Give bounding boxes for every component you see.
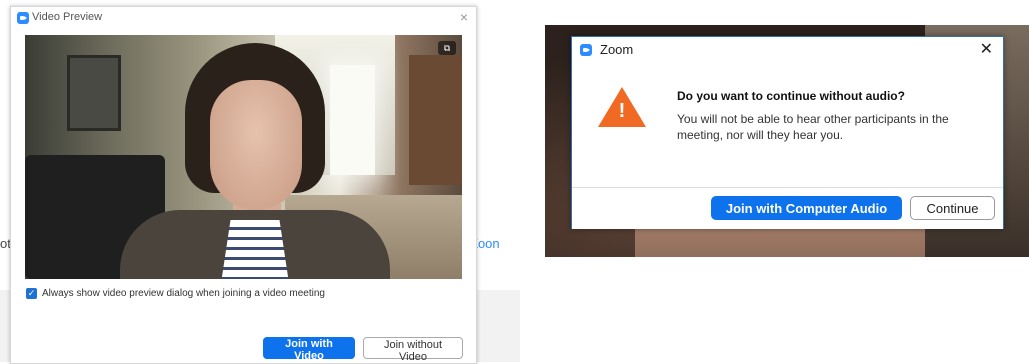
zoom-camera-icon bbox=[580, 44, 592, 56]
scene-picture-frame bbox=[67, 55, 121, 131]
dialog-title: Zoom bbox=[600, 42, 634, 57]
join-with-video-button[interactable]: Join with Video bbox=[263, 337, 355, 362]
scene-window bbox=[330, 65, 375, 175]
join-without-video-button[interactable]: Join without Video bbox=[363, 337, 463, 363]
scene-cabinet bbox=[409, 55, 462, 185]
zoom-camera-icon bbox=[17, 12, 29, 24]
checkmark-icon[interactable]: ✓ bbox=[26, 288, 37, 299]
camera-switch-icon[interactable]: ⧉ bbox=[438, 41, 456, 55]
dialog-body: You will not be able to hear other parti… bbox=[677, 112, 949, 142]
dialog-heading: Do you want to continue without audio? bbox=[677, 89, 905, 103]
video-preview-window: Video Preview × ⧉ ✓ Always show video pr… bbox=[10, 6, 477, 364]
person-face bbox=[210, 80, 302, 210]
audio-warning-dialog: Zoom ✕ ! Do you want to continue without… bbox=[571, 36, 1004, 229]
checkbox-label: Always show video preview dialog when jo… bbox=[42, 288, 325, 299]
join-computer-audio-button[interactable]: Join with Computer Audio bbox=[711, 196, 902, 220]
window-title: Video Preview bbox=[32, 11, 103, 23]
close-icon[interactable]: × bbox=[460, 9, 468, 25]
warning-exclamation: ! bbox=[618, 100, 626, 122]
title-bar: Video Preview × bbox=[11, 7, 476, 29]
continue-button[interactable]: Continue bbox=[910, 196, 995, 220]
person-shirt bbox=[220, 220, 290, 279]
close-icon[interactable]: ✕ bbox=[980, 39, 993, 59]
video-preview: ⧉ bbox=[25, 35, 462, 279]
